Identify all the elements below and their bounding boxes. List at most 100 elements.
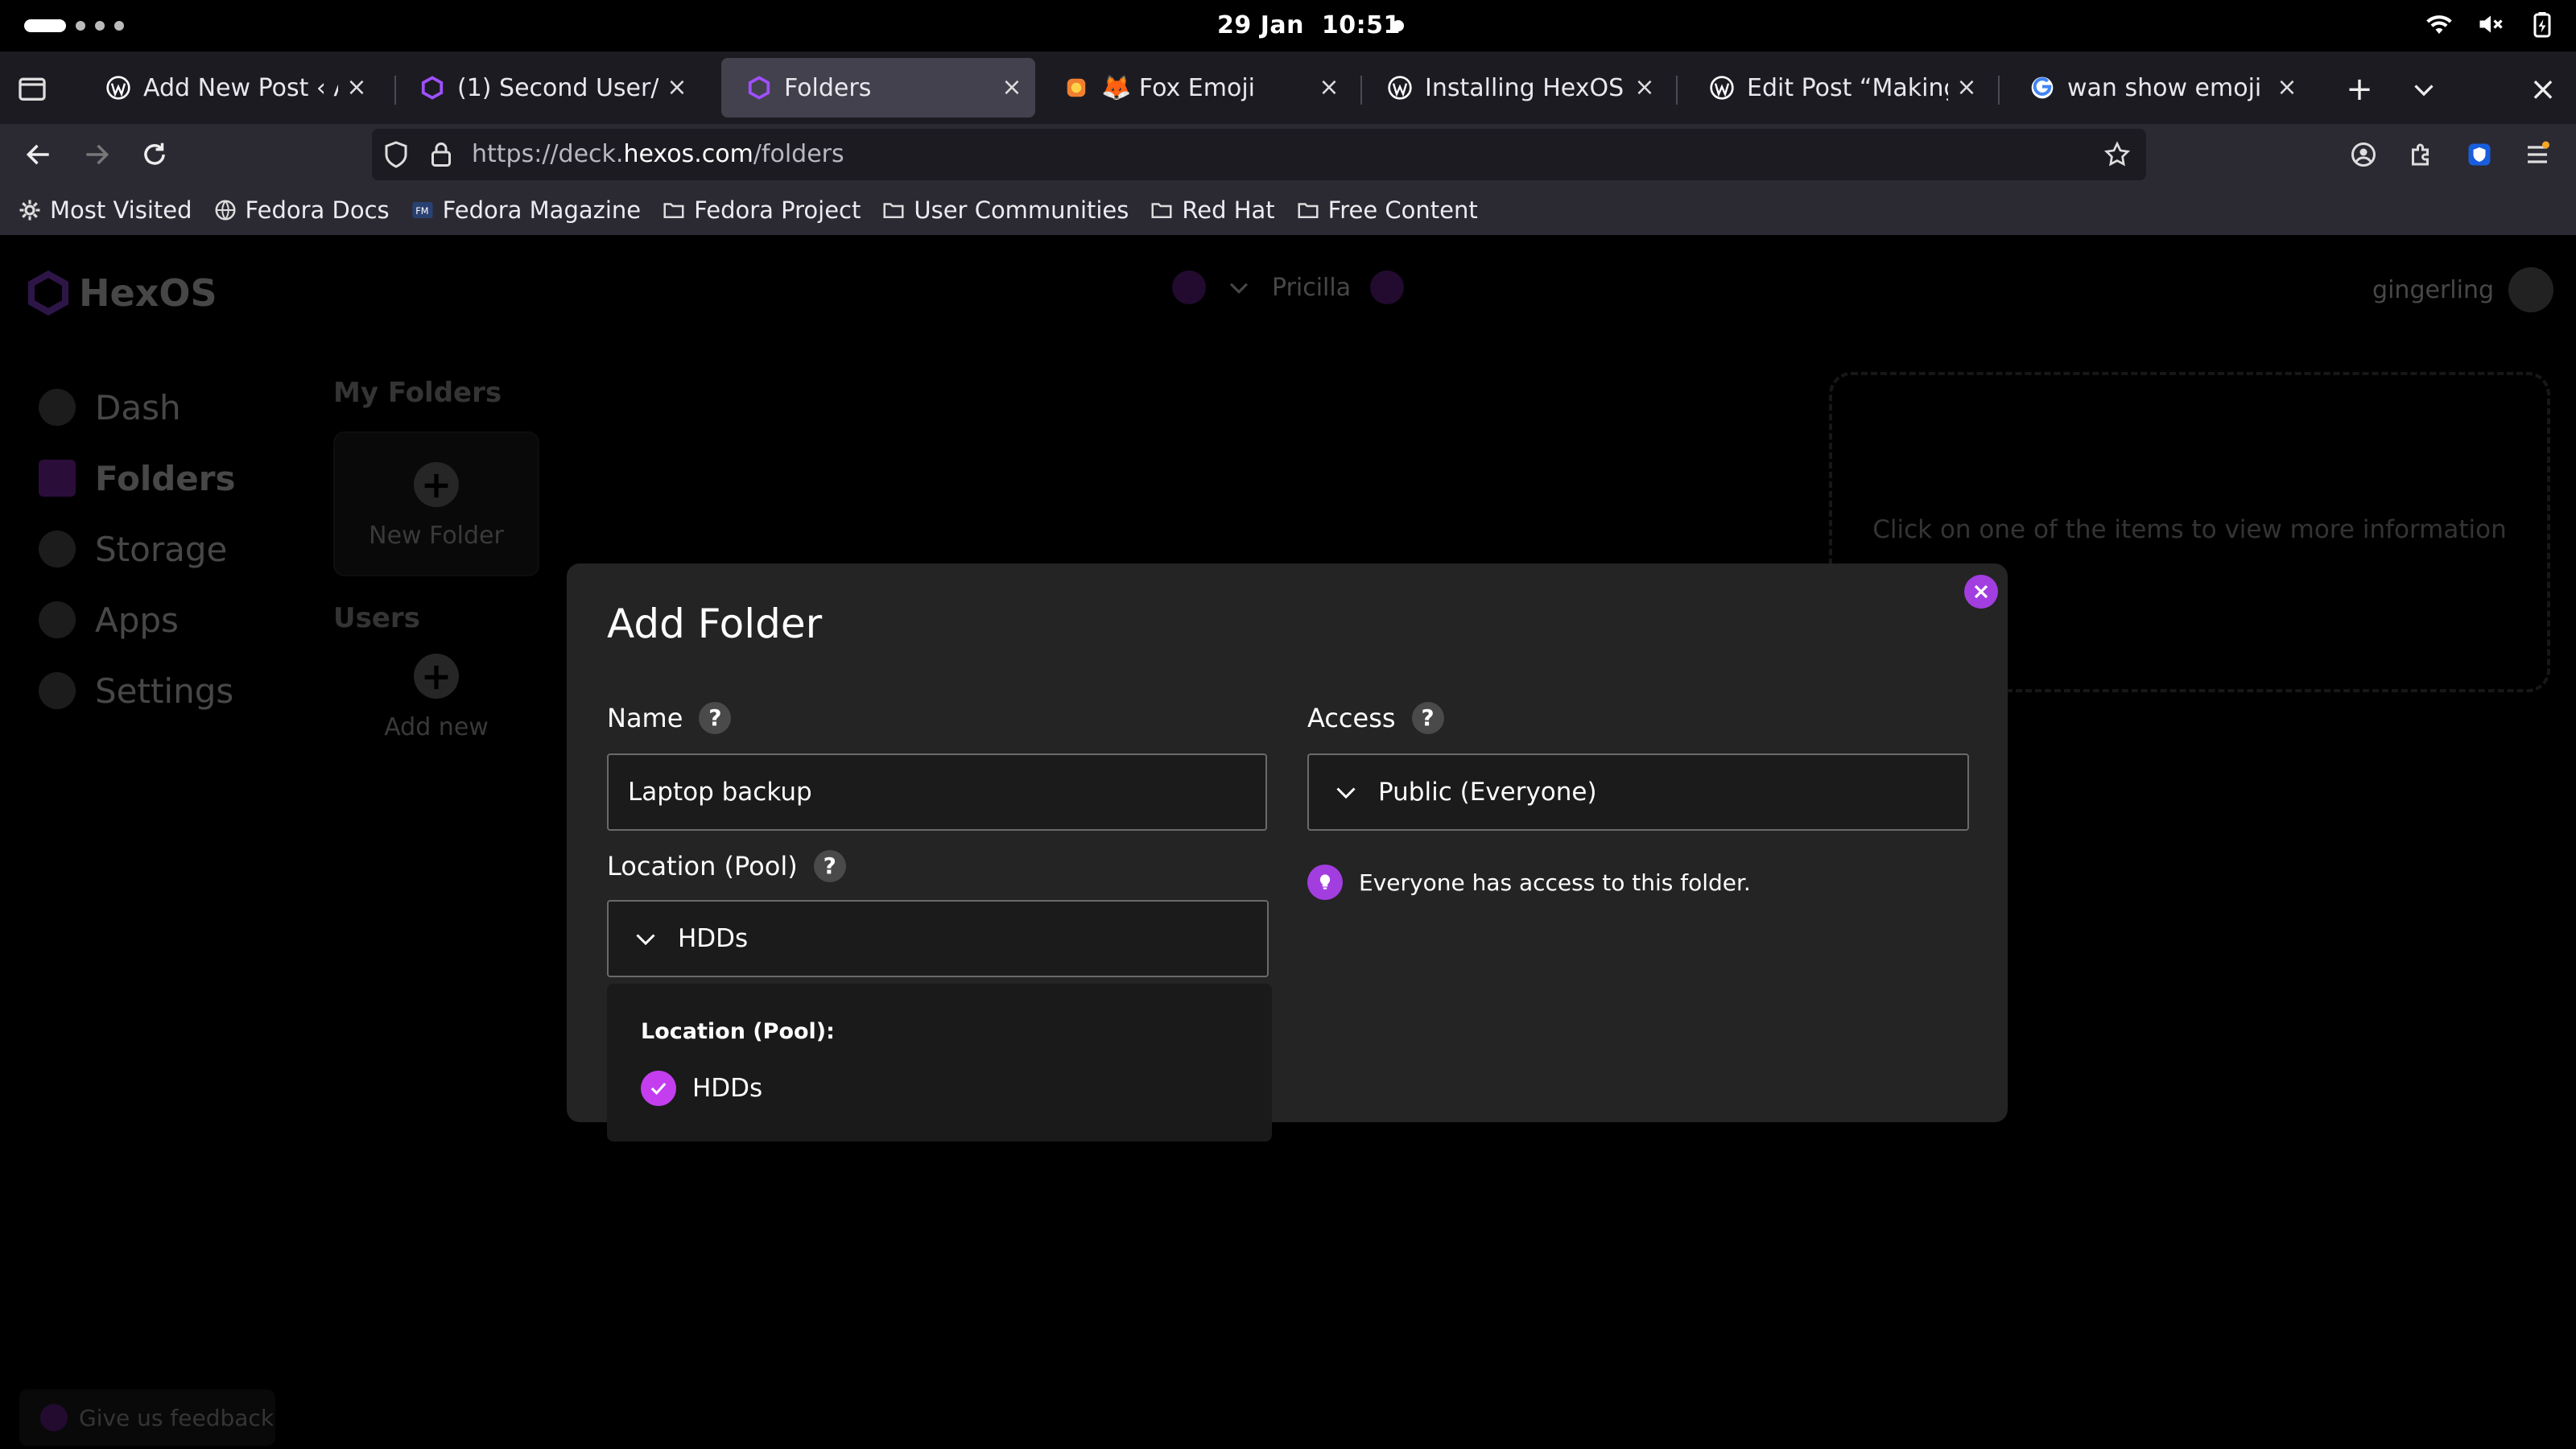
tab-close-icon[interactable]: × [345,76,369,100]
bookmark-label: Most Visited [50,196,192,224]
add-user-button[interactable]: + Add new [333,654,539,741]
bookmark-folder-red-hat[interactable]: Red Hat [1150,196,1275,224]
location-selected-value: HDDs [678,924,749,953]
browser-tab[interactable]: (1) Second User/Point × [394,58,700,118]
clock-date: 29 Jan [1217,11,1304,39]
browser-tab[interactable]: Edit Post “Making my × [1684,58,1990,118]
tab-close-icon[interactable]: × [665,76,689,100]
tab-separator [1998,76,2000,105]
bitwarden-shield-icon[interactable] [2460,135,2499,174]
browser-navigation-bar: https://deck.hexos.com/folders [0,124,2576,185]
app-menu-icon[interactable] [2518,135,2557,174]
help-icon[interactable]: ? [813,850,846,882]
tab-close-icon[interactable]: × [2275,76,2299,100]
tab-close-icon[interactable]: × [1955,76,1979,100]
notification-dot [1393,20,1404,31]
help-icon[interactable]: ? [1411,702,1444,734]
access-select[interactable]: Public (Everyone) [1307,753,1969,831]
activities-indicator[interactable] [24,19,124,32]
fedora-magazine-icon: FM [412,202,433,218]
sidebar-item-label: Settings [95,671,234,711]
browser-tab[interactable]: wan show emoji - Go × [2004,58,2310,118]
dialog-title: Add Folder [607,601,823,647]
bookmark-star-icon[interactable] [2103,140,2132,169]
folder-name-input[interactable]: Laptop backup [607,753,1267,831]
access-hint-text: Everyone has access to this folder. [1359,869,1751,896]
bookmarks-toolbar: Most Visited Fedora Docs FM Fedora Magaz… [0,185,2576,235]
apps-icon [39,601,76,638]
battery-icon [2528,10,2557,39]
reload-button[interactable] [135,135,174,174]
tracking-protection-shield-icon[interactable] [382,140,411,169]
account-icon[interactable] [2344,135,2383,174]
dropdown-option-hdds[interactable]: HDDs [641,1071,762,1106]
bookmark-label: Free Content [1327,196,1478,224]
chevron-down-icon [636,934,655,946]
feedback-label: Give us feedback [79,1404,275,1431]
bookmark-folder-free-content[interactable]: Free Content [1296,196,1478,224]
url-prefix: https://deck. [472,140,624,168]
sidebar-item-label: Apps [95,600,179,640]
access-hint: Everyone has access to this folder. [1307,865,1751,900]
avatar [2508,267,2553,312]
sidebar-item-apps[interactable]: Apps [39,584,236,655]
browser-tab[interactable]: 🦊 Fox Emoji × [1038,58,1352,118]
forward-button[interactable] [77,135,116,174]
access-field-label: Access ? [1307,702,1444,734]
user-menu[interactable]: gingerling [2372,267,2553,312]
tab-close-icon[interactable]: × [1000,76,1024,100]
url-bar[interactable]: https://deck.hexos.com/folders [372,129,2146,180]
sidebar-item-settings[interactable]: Settings [39,655,236,726]
lightbulb-icon [1307,865,1343,900]
url-path: /folders [753,140,844,168]
browser-tab[interactable]: Add New Post ‹ Anna × [80,58,380,118]
browser-tab-active[interactable]: Folders × [721,58,1035,118]
new-tab-button[interactable]: + [2339,69,2380,109]
bookmark-folder-fedora-project[interactable]: Fedora Project [662,196,861,224]
sidebar-item-dash[interactable]: Dash [39,372,236,443]
details-placeholder: Click on one of the items to view more i… [1872,515,2507,544]
window-close-button[interactable]: × [2523,69,2563,109]
tab-list-button[interactable] [16,72,48,105]
clock-time: 10:51 [1321,11,1401,39]
back-button[interactable] [19,135,58,174]
feedback-button[interactable]: Give us feedback [19,1389,275,1446]
lock-icon[interactable] [427,140,456,169]
bookmark-label: Fedora Magazine [442,196,642,224]
bookmark-fedora-magazine[interactable]: FM Fedora Magazine [411,196,641,224]
workspace-active-pill [24,19,66,32]
dropdown-option-label: HDDs [692,1074,763,1103]
tab-title: Folders [784,73,872,102]
tab-close-icon[interactable]: × [1633,76,1657,100]
extensions-puzzle-icon[interactable] [2402,135,2441,174]
tab-close-icon[interactable]: × [1317,76,1341,100]
volume-muted-icon [2476,10,2505,39]
wifi-icon [2425,10,2454,39]
dash-icon [39,389,76,426]
bookmark-fedora-docs[interactable]: Fedora Docs [213,196,390,224]
storage-icon [39,530,76,568]
help-icon[interactable]: ? [699,702,732,734]
system-clock[interactable]: 29 Jan 10:51 [1217,11,1401,39]
bookmark-folder-user-communities[interactable]: User Communities [881,196,1129,224]
sidebar-item-folders[interactable]: Folders [39,443,236,514]
server-switcher[interactable]: Pricilla [1172,270,1405,304]
folder-icon [663,203,684,218]
browser-tab[interactable]: Installing HexOS – Ar × [1362,58,1668,118]
new-folder-button[interactable]: + New Folder [333,431,539,576]
power-icon[interactable] [1370,270,1405,304]
users-heading: Users [333,602,420,634]
close-dialog-button[interactable] [1964,575,1998,609]
sidebar-item-storage[interactable]: Storage [39,514,236,584]
sidebar-nav: Dash Folders Storage Apps Settings [39,372,236,726]
name-label-text: Name [607,703,683,733]
bookmark-most-visited[interactable]: Most Visited [18,196,192,224]
list-all-tabs-button[interactable] [2404,69,2444,109]
location-pool-select[interactable]: HDDs [607,900,1269,977]
system-tray[interactable] [2425,10,2557,39]
hexos-logo[interactable]: HexOS [26,270,217,316]
dropdown-header: Location (Pool): [641,1019,835,1044]
wordpress-icon [1386,74,1414,101]
folder-icon [1298,203,1319,218]
settings-icon [39,672,76,709]
